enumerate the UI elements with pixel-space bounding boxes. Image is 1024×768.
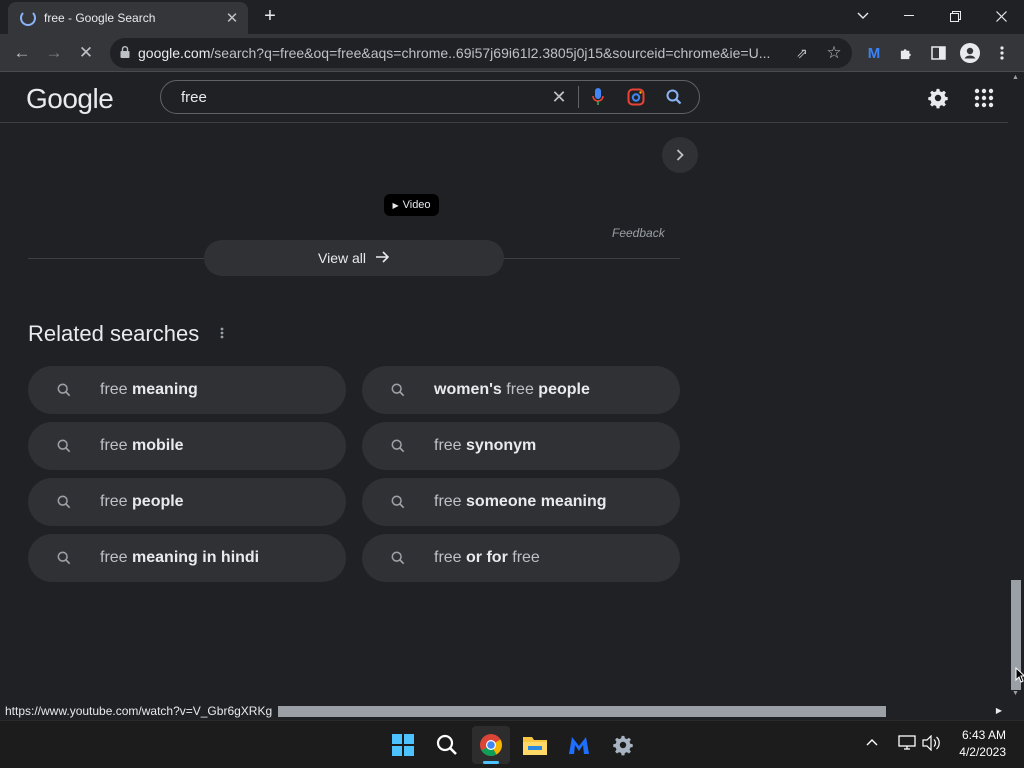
- lock-icon: [120, 45, 130, 61]
- clock-date: 4/2/2023: [959, 745, 1006, 759]
- horizontal-scrollbar[interactable]: ▶: [276, 703, 1008, 720]
- search-icon: [362, 383, 434, 397]
- tab-strip: free - Google Search ✕ +: [0, 0, 1024, 34]
- search-box[interactable]: free ✕: [160, 80, 700, 114]
- chrome-taskbar-icon[interactable]: [472, 726, 510, 764]
- side-panel-icon[interactable]: [924, 39, 952, 67]
- view-all-button[interactable]: View all: [204, 240, 504, 276]
- google-header: Google free ✕: [0, 72, 1008, 123]
- feedback-link[interactable]: Feedback: [612, 226, 665, 240]
- search-icon: [28, 495, 100, 509]
- related-search-text: free someone meaning: [434, 493, 607, 510]
- browser-tab[interactable]: free - Google Search ✕: [8, 2, 248, 34]
- search-icon: [362, 495, 434, 509]
- related-search-text: free meaning in hindi: [100, 549, 260, 566]
- bookmark-star-icon[interactable]: ☆: [820, 39, 848, 67]
- related-search-item[interactable]: free meaning: [28, 366, 346, 414]
- carousel-next-button[interactable]: [662, 137, 698, 173]
- browser-toolbar: ← → ✕ google.com/search?q=free&oq=free&a…: [0, 34, 1024, 72]
- settings-gear-icon[interactable]: [924, 84, 952, 112]
- chrome-menu-icon[interactable]: [988, 39, 1016, 67]
- horizontal-scroll-thumb[interactable]: [278, 706, 886, 717]
- search-icon: [362, 439, 434, 453]
- taskbar-search-icon[interactable]: [428, 726, 466, 764]
- clock-time: 6:43 AM: [961, 728, 1006, 742]
- close-window-button[interactable]: [978, 0, 1024, 32]
- scroll-up-arrow-icon[interactable]: ▲: [1012, 74, 1019, 81]
- forward-arrow-icon[interactable]: →: [40, 39, 68, 67]
- divider-right: [504, 258, 680, 259]
- new-tab-button[interactable]: +: [258, 4, 282, 28]
- related-search-item[interactable]: free or for free: [362, 534, 680, 582]
- search-submit-icon[interactable]: [655, 81, 693, 113]
- profile-avatar-icon[interactable]: [956, 39, 984, 67]
- play-icon: ▶: [392, 200, 399, 210]
- mouse-cursor-icon: [1015, 666, 1024, 688]
- related-search-item[interactable]: free meaning in hindi: [28, 534, 346, 582]
- extensions-puzzle-icon[interactable]: [892, 39, 920, 67]
- windows-start-icon[interactable]: [384, 726, 422, 764]
- system-clock[interactable]: 6:43 AM 4/2/2023: [959, 727, 1006, 761]
- url-host: google.com: [138, 45, 211, 61]
- share-icon[interactable]: ⇗: [788, 39, 816, 67]
- back-arrow-icon[interactable]: ←: [8, 39, 36, 67]
- related-search-item[interactable]: women's free people: [362, 366, 680, 414]
- active-app-indicator: [483, 761, 499, 764]
- restore-window-button[interactable]: [932, 0, 978, 32]
- google-apps-grid-icon[interactable]: [972, 86, 996, 110]
- more-options-icon[interactable]: [215, 326, 229, 342]
- related-searches-heading: Related searches: [28, 321, 200, 346]
- loading-spinner-icon: [20, 10, 36, 26]
- search-input[interactable]: free: [161, 89, 540, 106]
- link-status-bubble: https://www.youtube.com/watch?v=V_Gbr6gX…: [0, 702, 276, 720]
- minimize-window-button[interactable]: [886, 0, 932, 32]
- scroll-down-arrow-icon[interactable]: ▼: [1012, 690, 1019, 697]
- divider-left: [28, 258, 204, 259]
- volume-icon[interactable]: [922, 734, 940, 756]
- search-icon: [28, 439, 100, 453]
- search-icon: [28, 551, 100, 565]
- close-tab-icon[interactable]: ✕: [224, 9, 240, 27]
- related-search-text: free or for free: [434, 549, 540, 566]
- google-logo[interactable]: Google: [26, 83, 114, 115]
- related-search-text: free meaning: [100, 381, 198, 398]
- malwarebytes-extension-icon[interactable]: M: [860, 39, 888, 67]
- clear-search-icon[interactable]: ✕: [540, 81, 578, 113]
- url-path: /search?q=free&oq=free&aqs=chrome..69i57…: [210, 45, 771, 61]
- lens-camera-icon[interactable]: [617, 81, 655, 113]
- related-search-item[interactable]: free mobile: [28, 422, 346, 470]
- search-icon: [28, 383, 100, 397]
- related-search-text: free synonym: [434, 437, 537, 454]
- video-badge[interactable]: ▶ Video: [384, 194, 439, 216]
- settings-taskbar-icon[interactable]: [604, 726, 642, 764]
- network-icon[interactable]: [898, 735, 916, 756]
- search-results-area: ▶ Video Feedback View all Related searche…: [0, 123, 1008, 703]
- related-search-item[interactable]: free someone meaning: [362, 478, 680, 526]
- view-all-label: View all: [318, 250, 366, 266]
- related-search-text: free people: [100, 493, 184, 510]
- windows-taskbar: 6:43 AM 4/2/2023: [0, 720, 1024, 768]
- tab-title: free - Google Search: [44, 11, 156, 25]
- malwarebytes-taskbar-icon[interactable]: [560, 726, 598, 764]
- file-explorer-icon[interactable]: [516, 726, 554, 764]
- tab-search-icon[interactable]: [840, 0, 886, 32]
- search-icon: [362, 551, 434, 565]
- tray-overflow-chevron-icon[interactable]: [866, 735, 878, 749]
- related-search-text: free mobile: [100, 437, 184, 454]
- voice-search-mic-icon[interactable]: [579, 81, 617, 113]
- video-badge-label: Video: [402, 199, 431, 211]
- related-search-item[interactable]: free people: [28, 478, 346, 526]
- address-bar[interactable]: google.com/search?q=free&oq=free&aqs=chr…: [110, 38, 852, 68]
- vertical-scrollbar[interactable]: ▲ ▼: [1008, 72, 1024, 703]
- related-search-item[interactable]: free synonym: [362, 422, 680, 470]
- related-search-text: women's free people: [434, 381, 590, 398]
- arrow-right-icon: [376, 250, 390, 266]
- stop-loading-icon[interactable]: ✕: [72, 39, 100, 67]
- scroll-right-arrow-icon[interactable]: ▶: [996, 706, 1002, 715]
